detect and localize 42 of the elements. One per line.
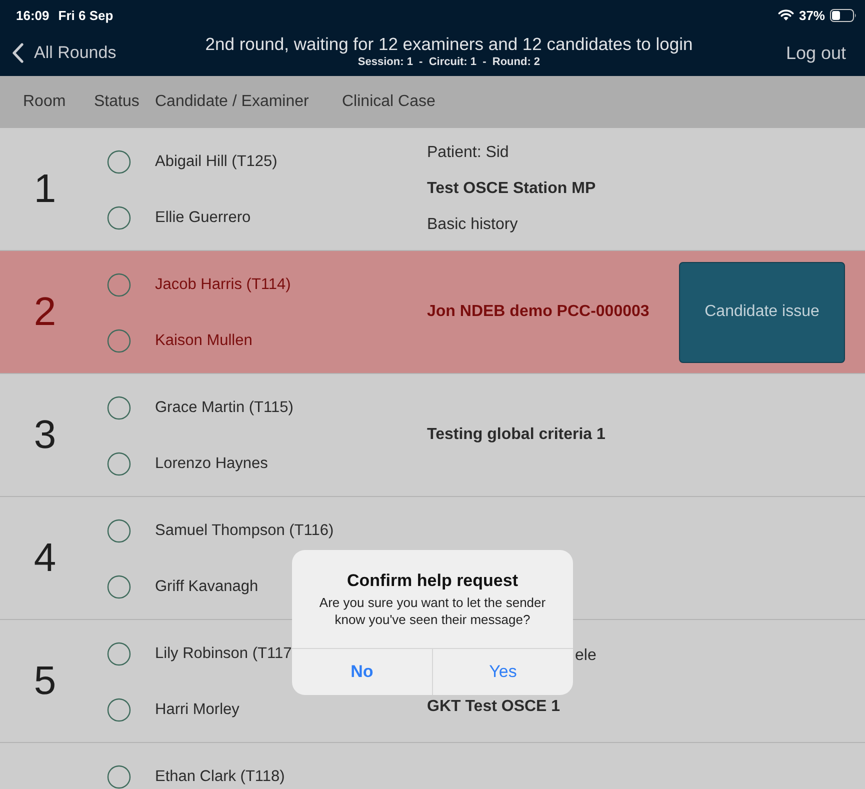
case-title: GKT Test OSCE 1 [427, 696, 560, 716]
dialog-button[interactable]: No [292, 649, 432, 695]
dialog-button[interactable]: Yes [432, 649, 573, 695]
room-number: 2 [34, 289, 56, 335]
person-name: Grace Martin (T115) [155, 399, 294, 417]
wifi-icon [778, 9, 794, 21]
case-title: Test OSCE Station MP [427, 179, 596, 199]
case-text: Basic history [427, 215, 518, 235]
dialog-title: Confirm help request [347, 570, 518, 591]
column-header: Room [22, 93, 67, 111]
chevron-left-icon [12, 43, 24, 63]
case-title: Jon NDEB demo PCC-000003 [427, 302, 650, 322]
column-header: Candidate / Examiner [155, 93, 310, 111]
nav-title: 2nd round, waiting for 12 examiners and 12 candidates to login [205, 34, 693, 54]
person-name: Lorenzo Haynes [155, 455, 268, 473]
dialog-message: Are you sure you want to let the sender know you've seen their message? [318, 594, 547, 628]
person-name: Griff Kavanagh [155, 578, 258, 596]
nav-subtitle: Session: 1 - Circuit: 1 - Round: 2 [358, 54, 540, 68]
back-button[interactable]: All Rounds [12, 43, 172, 63]
battery-percent: 37% [798, 8, 825, 22]
person-name: Jacob Harris (T114) [155, 276, 291, 294]
case-title: Testing global criteria 1 [427, 425, 606, 445]
battery-icon [830, 8, 857, 22]
room-number: 4 [34, 535, 56, 581]
room-number: 5 [34, 658, 56, 704]
case-text: ele [575, 646, 596, 666]
person-name: Harri Morley [155, 701, 240, 719]
case-text: Patient: Sid [427, 143, 509, 163]
person-name: Abigail Hill (T125) [155, 153, 278, 171]
column-header: Clinical Case [342, 93, 436, 111]
room-number: 1 [34, 166, 56, 212]
person-name: Lily Robinson (T117 [155, 645, 292, 663]
person-name: Kaison Mullen [155, 332, 252, 350]
issue-button[interactable]: Candidate issue [679, 262, 845, 362]
column-header: Status [94, 93, 140, 111]
room-number: 3 [34, 412, 56, 458]
clock-time: 16:09 [16, 8, 50, 22]
person-name: Ethan Clark (T118) [155, 768, 285, 786]
logout-button[interactable]: Log out [726, 42, 846, 64]
person-name: Ellie Guerrero [155, 209, 251, 227]
person-name: Samuel Thompson (T116) [155, 522, 334, 540]
date-text: Fri 6 Sep [58, 8, 114, 22]
